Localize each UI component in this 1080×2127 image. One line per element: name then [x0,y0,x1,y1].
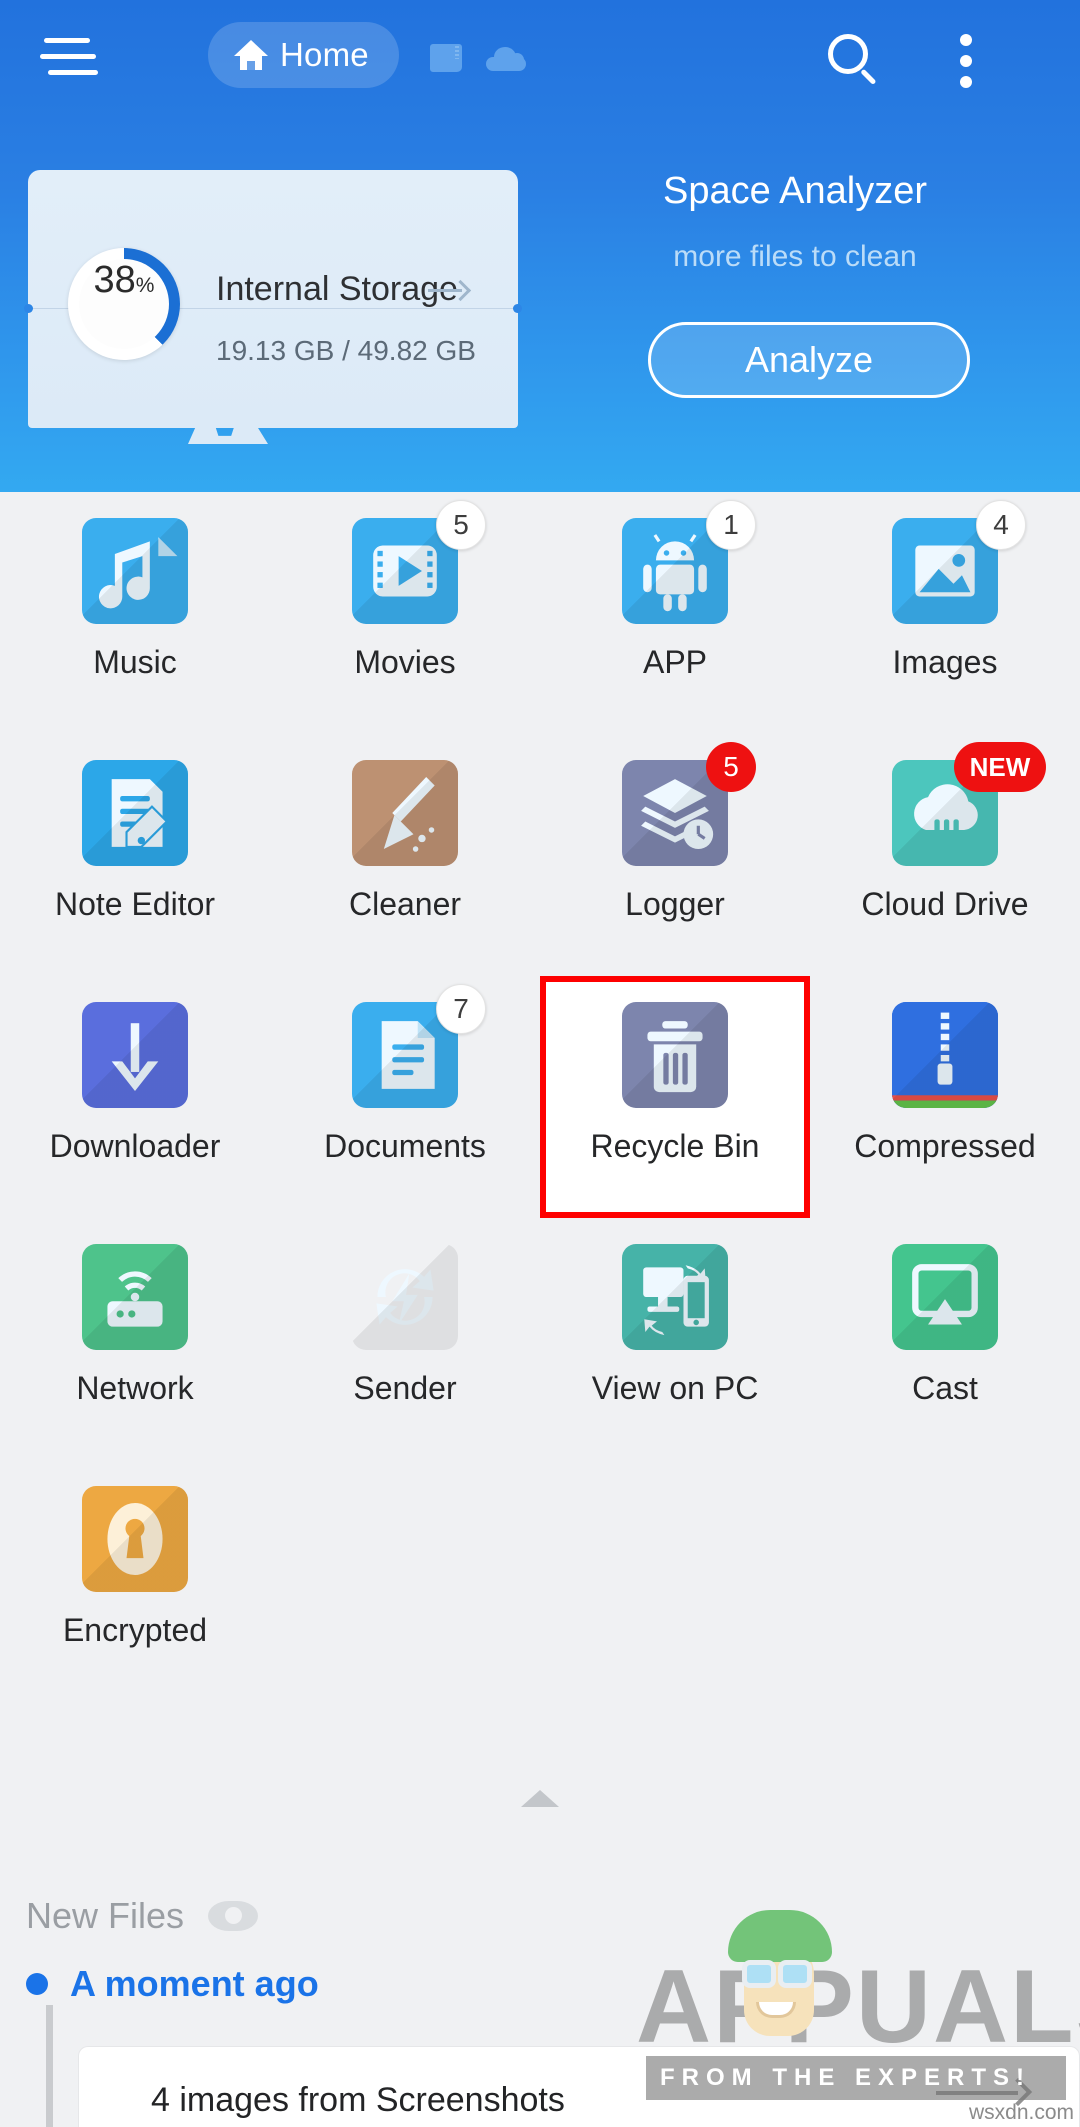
search-icon[interactable] [828,34,882,88]
chevron-up-icon[interactable] [521,1790,559,1807]
app-tile-downloader[interactable]: Downloader [0,976,270,1218]
keyhole-lock-icon [82,1486,188,1592]
sync-bolt-icon [352,1244,458,1350]
timeline-dot [26,1973,48,1995]
space-analyzer-subtitle: more files to clean [673,240,917,273]
storage-percent-value: 38 [93,259,136,301]
app-tile-compressed[interactable]: Compressed [810,976,1080,1218]
header-banner: Home 38 % Internal Storage 19.13 GB / 49… [0,0,1080,492]
cast-screen-icon [892,1244,998,1350]
sd-card-icon[interactable] [430,44,462,72]
app-tile-encrypted[interactable]: Encrypted [0,1460,270,1702]
tile-badge: 7 [436,984,486,1034]
tile-badge: 5 [706,742,756,792]
storage-percent-symbol: % [135,274,155,297]
app-tile-cloud-drive[interactable]: NEW Cloud Drive [810,734,1080,976]
space-analyzer-title: Space Analyzer [662,170,928,212]
zipper-icon [892,1002,998,1108]
timestamp-label: A moment ago [70,1963,319,2004]
app-tile-label: Downloader [49,1128,221,1164]
app-tile-music[interactable]: Music [0,492,270,734]
arrow-right-icon [428,278,472,302]
app-tile-documents[interactable]: 7 Documents [270,976,540,1218]
storage-title: Internal Storage [216,270,458,308]
card-notch-left [24,304,33,313]
cloud-icon[interactable] [486,47,526,71]
trash-can-icon [622,1002,728,1108]
analyze-button[interactable]: Analyze [648,322,970,398]
app-tile-images[interactable]: 4 Images [810,492,1080,734]
pc-phone-icon [622,1244,728,1350]
tile-badge: 4 [976,500,1026,550]
app-tile-label: View on PC [591,1370,759,1406]
app-tile-cast[interactable]: Cast [810,1218,1080,1460]
app-tile-label: Music [93,644,177,680]
app-tile-label: Compressed [854,1128,1036,1164]
top-bar: Home [0,0,1080,110]
app-tile-app[interactable]: 1 APP [540,492,810,734]
broom-icon [352,760,458,866]
card-notch-right [513,304,522,313]
app-tile-network[interactable]: Network [0,1218,270,1460]
app-tile-label: Logger [625,886,725,922]
tile-badge: NEW [954,742,1046,792]
storage-progress-ring: 38 % [68,248,180,360]
music-note-icon [82,518,188,624]
app-tile-logger[interactable]: 5 Logger [540,734,810,976]
hamburger-menu-icon[interactable] [40,38,98,76]
app-tile-label: Recycle Bin [590,1128,760,1164]
app-tile-recycle-bin[interactable]: Recycle Bin [540,976,810,1218]
file-entry-card[interactable]: 4 images from Screenshots [78,2046,1080,2127]
app-tile-note-editor[interactable]: Note Editor [0,734,270,976]
app-grid: Music 5 Movies 1 APP 4 Images Note Editor Cleane… [0,492,1080,1702]
app-tile-label: Images [892,644,998,680]
timeline-line [46,2005,53,2127]
home-tab-label: Home [280,36,369,73]
app-tile-label: Note Editor [54,886,216,922]
app-root: Home 38 % Internal Storage 19.13 GB / 49… [0,0,1080,2127]
app-tile-label: Cleaner [348,886,462,922]
watermark-mascot-icon [724,1910,834,2045]
house-icon [234,40,268,70]
app-tile-label: Network [76,1370,194,1406]
new-files-label: New Files [26,1895,185,1936]
app-tile-movies[interactable]: 5 Movies [270,492,540,734]
storage-usage-text: 19.13 GB / 49.82 GB [216,335,476,366]
app-tile-label: Encrypted [62,1612,208,1648]
app-tile-cleaner[interactable]: Cleaner [270,734,540,976]
download-arrow-icon [82,1002,188,1108]
app-tile-label: Documents [324,1128,486,1164]
file-entry-label: 4 images from Screenshots [151,2081,565,2119]
tile-badge: 5 [436,500,486,550]
app-tile-sender[interactable]: Sender [270,1218,540,1460]
app-tile-label: Cast [912,1370,978,1406]
more-vertical-icon[interactable] [960,34,972,88]
new-files-header: New Files [26,1895,259,1937]
home-tab[interactable]: Home [208,22,399,88]
app-tile-label: Movies [354,644,456,680]
router-wifi-icon [82,1244,188,1350]
app-tile-view-on-pc[interactable]: View on PC [540,1218,810,1460]
app-tile-label: APP [642,644,708,680]
note-pencil-icon [82,760,188,866]
internal-storage-card[interactable]: 38 % Internal Storage 19.13 GB / 49.82 G… [24,170,522,428]
eye-icon[interactable] [208,1901,259,1931]
app-tile-label: Cloud Drive [861,886,1029,922]
tile-badge: 1 [706,500,756,550]
app-tile-label: Sender [353,1370,457,1406]
timestamp-row: A moment ago [26,1963,319,2005]
